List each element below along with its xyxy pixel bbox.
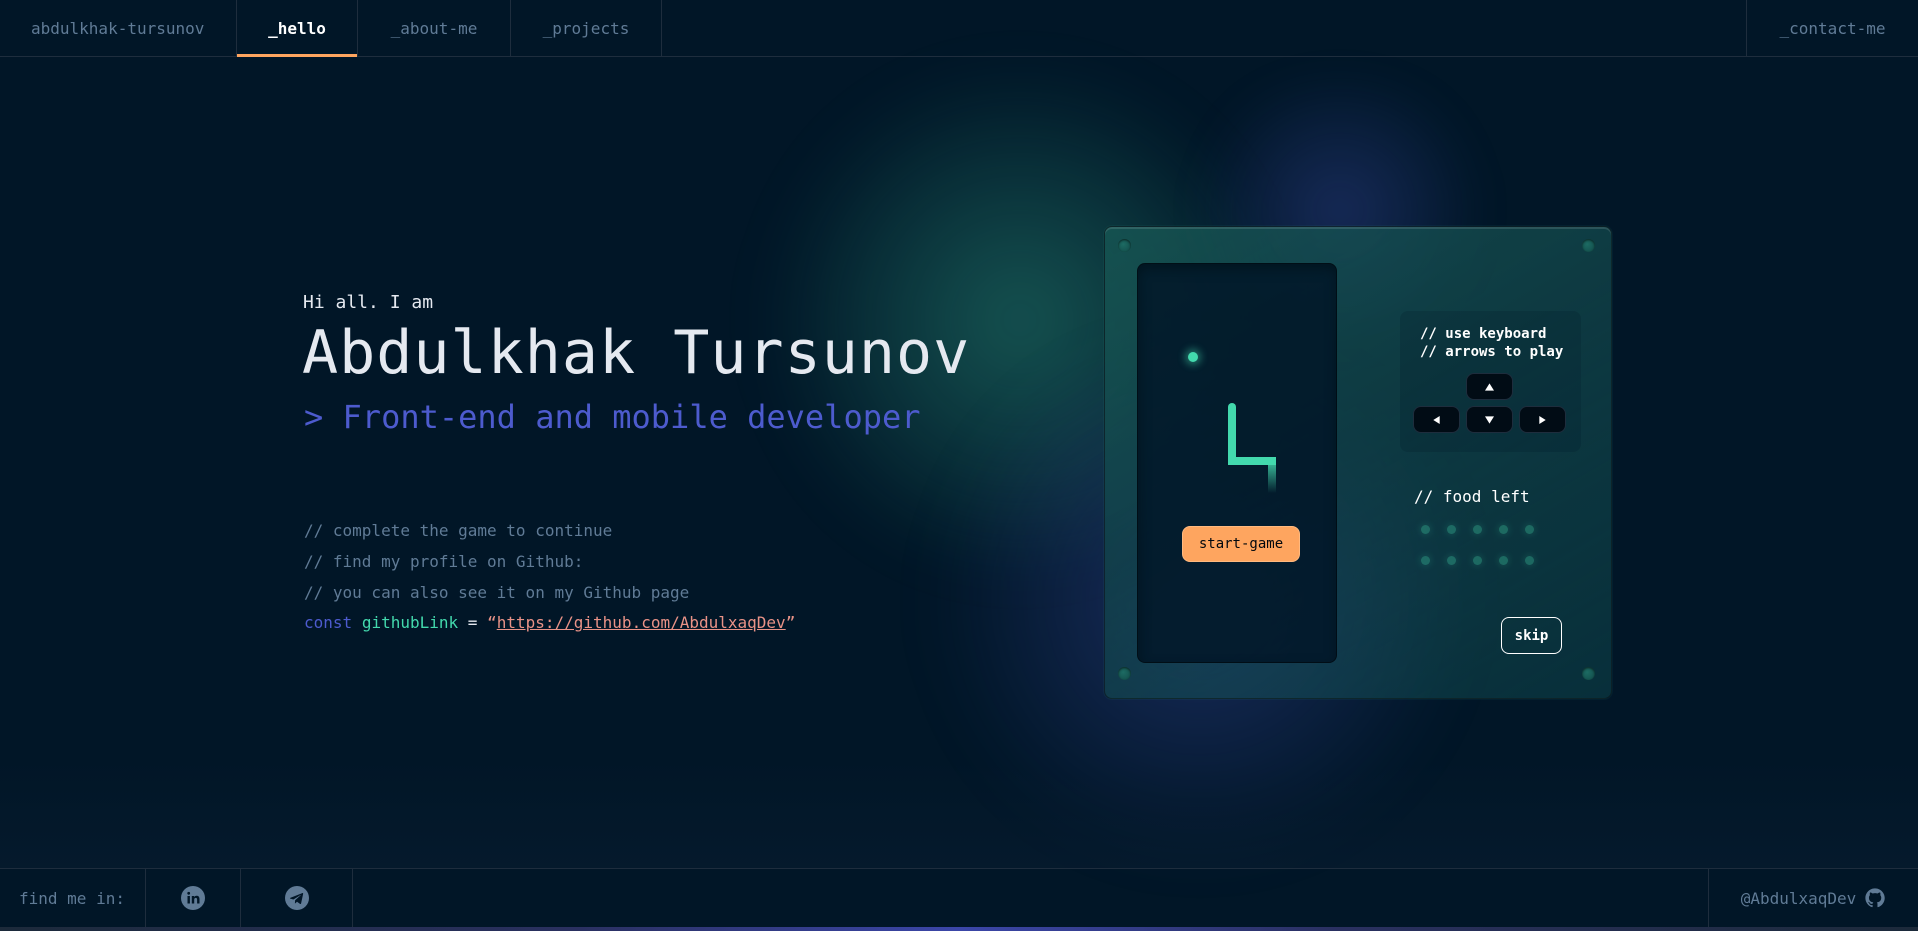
code-keyword: const — [304, 613, 353, 632]
food-left-label: // food left — [1414, 487, 1530, 506]
screw-icon — [1582, 239, 1595, 252]
tab-hello[interactable]: _hello — [237, 0, 358, 57]
quote-close: ” — [785, 613, 796, 632]
background-vignette — [0, 760, 1918, 868]
arrow-right-key[interactable] — [1519, 406, 1566, 433]
food-counter-dot — [1473, 556, 1482, 565]
controls-instruction: // arrows to play — [1420, 344, 1564, 360]
tab-projects[interactable]: _projects — [511, 0, 662, 56]
snake-segment — [1228, 403, 1236, 465]
food-counter-dot — [1499, 556, 1508, 565]
comment-line: // find my profile on Github: — [304, 552, 584, 571]
quote-open: “ — [487, 613, 497, 632]
food-counter-dot — [1525, 556, 1534, 565]
food-counter-dot — [1525, 525, 1534, 534]
snake-tail — [1268, 457, 1276, 493]
telegram-link[interactable] — [241, 869, 353, 927]
hero-role: > Front-end and mobile developer — [304, 398, 921, 436]
top-nav: abdulkhak-tursunov _hello _about-me _pro… — [0, 0, 1918, 57]
github-handle: @AbdulxaqDev — [1740, 888, 1857, 908]
tab-about-me[interactable]: _about-me — [358, 0, 511, 56]
hero-name: Abdulkhak Tursunov — [302, 318, 971, 388]
game-screen[interactable]: start-game — [1137, 263, 1337, 663]
footer: find me in: @AbdulxaqDev — [0, 868, 1918, 927]
arrow-left-key[interactable] — [1413, 406, 1460, 433]
github-link[interactable]: https://github.com/AbdulxaqDev — [497, 613, 786, 632]
food-counter-dot — [1447, 556, 1456, 565]
bottom-accent-bar — [0, 927, 1918, 931]
brand-name[interactable]: abdulkhak-tursunov — [0, 0, 237, 56]
skip-button[interactable]: skip — [1501, 617, 1562, 654]
food-counter-dot — [1473, 525, 1482, 534]
tab-contact-me[interactable]: _contact-me — [1746, 0, 1918, 56]
screw-icon — [1118, 667, 1131, 680]
start-game-button[interactable]: start-game — [1182, 526, 1300, 562]
telegram-icon — [284, 886, 309, 910]
arrow-up-icon — [1485, 382, 1494, 391]
arrow-right-icon — [1539, 415, 1546, 424]
comment-line: // you can also see it on my Github page — [304, 583, 690, 602]
linkedin-icon — [181, 886, 205, 910]
linkedin-link[interactable] — [146, 869, 241, 927]
keyboard-controls: // use keyboard // arrows to play — [1400, 311, 1581, 452]
arrow-up-key[interactable] — [1466, 373, 1513, 400]
comment-line: // complete the game to continue — [304, 521, 613, 540]
food-icon — [1188, 352, 1198, 362]
food-counter-dot — [1421, 556, 1430, 565]
portfolio-page: abdulkhak-tursunov _hello _about-me _pro… — [0, 0, 1918, 931]
code-string: “https://github.com/AbdulxaqDev” — [487, 613, 795, 632]
footer-spacer — [353, 869, 1708, 927]
screw-icon — [1118, 239, 1131, 252]
arrow-down-key[interactable] — [1466, 406, 1513, 433]
code-operator: = — [467, 613, 478, 632]
food-counter-dot — [1447, 525, 1456, 534]
greeting-text: Hi all. I am — [303, 292, 434, 313]
find-me-label: find me in: — [0, 869, 146, 927]
screw-icon — [1582, 667, 1595, 680]
github-handle-link[interactable]: @AbdulxaqDev — [1708, 869, 1918, 927]
food-counter-dot — [1499, 525, 1508, 534]
arrow-left-icon — [1433, 415, 1440, 424]
github-icon — [1865, 888, 1886, 908]
code-variable: githubLink — [361, 613, 459, 632]
github-code-line: const githubLink = “https://github.com/A… — [304, 613, 795, 632]
controls-instruction: // use keyboard — [1420, 326, 1547, 342]
arrow-down-icon — [1485, 415, 1494, 424]
snake-game-board: start-game // use keyboard // arrows to … — [1104, 226, 1612, 699]
food-counter-dot — [1421, 525, 1430, 534]
